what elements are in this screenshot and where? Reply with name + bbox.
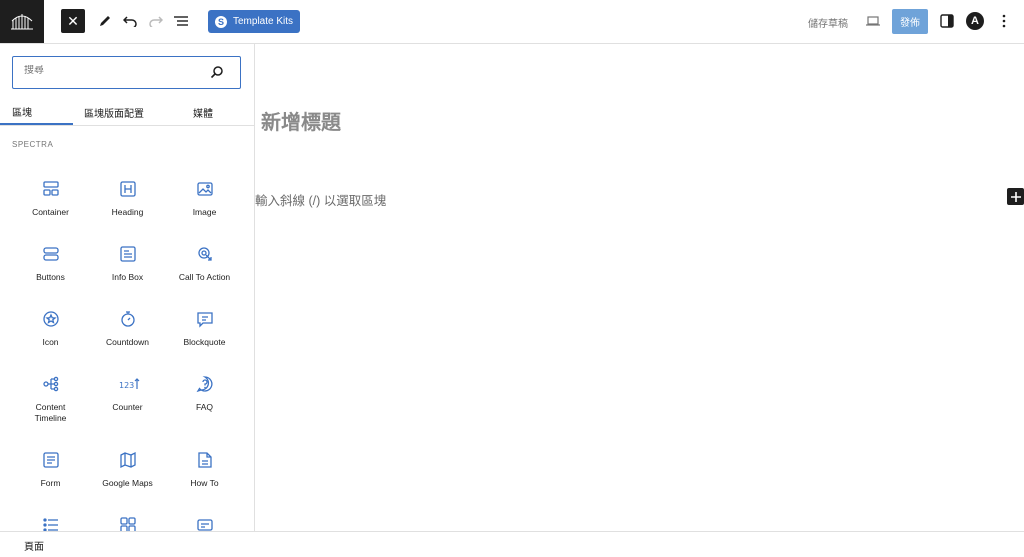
block-label: Container [32, 207, 69, 217]
buttons-icon [42, 245, 60, 263]
post-title-placeholder[interactable]: 新增標題 [261, 106, 341, 135]
breadcrumb-page[interactable]: 頁面 [24, 538, 44, 553]
editor-canvas[interactable]: 新增標題 輸入斜線 (/) 以選取區塊 [255, 44, 1024, 531]
add-block-button[interactable] [1007, 188, 1024, 205]
undo-button[interactable] [120, 11, 140, 31]
redo-button[interactable] [146, 11, 166, 31]
info-box-icon [119, 245, 137, 263]
plus-icon [1010, 191, 1021, 202]
tab-media[interactable]: 媒體 [193, 100, 213, 125]
block-label: Buttons [36, 272, 65, 282]
search-icon [210, 65, 226, 81]
call-to-action-icon [196, 245, 214, 263]
block-label: Google Maps [102, 478, 153, 488]
block-image[interactable]: Image [166, 180, 243, 218]
how-to-icon [196, 451, 214, 469]
counter-icon: 123 [119, 375, 139, 393]
block-label: Info Box [111, 272, 144, 282]
preview-button[interactable] [864, 12, 882, 30]
sidebar-toggle-icon [940, 14, 954, 28]
tools-button[interactable] [95, 11, 115, 31]
editor-header: ✕ S Template Kits 儲存草稿 發佈 A [0, 0, 1024, 44]
block-label: FAQ [195, 402, 213, 412]
block-label: Blockquote [183, 337, 226, 347]
more-options-button[interactable] [996, 11, 1012, 31]
save-draft-button[interactable]: 儲存草稿 [808, 15, 848, 30]
astra-settings-button[interactable]: A [966, 12, 984, 30]
inserter-tabs: 區塊 區塊版面配置 媒體 [0, 100, 254, 126]
redo-icon [149, 16, 163, 27]
block-label: Form [40, 478, 61, 488]
building-icon [11, 13, 33, 29]
block-label: Heading [111, 207, 144, 217]
template-kits-label: Template Kits [232, 16, 294, 27]
tab-blocks[interactable]: 區塊 [0, 100, 73, 125]
block-heading[interactable]: Heading [89, 180, 166, 218]
paragraph-placeholder[interactable]: 輸入斜線 (/) 以選取區塊 [255, 190, 386, 209]
spectra-icon: S [214, 15, 227, 28]
image-icon [196, 180, 214, 198]
block-blockquote[interactable]: Blockquote [166, 310, 243, 348]
container-icon [42, 180, 60, 198]
block-label: Countdown [105, 337, 149, 347]
block-content-timeline[interactable]: Content Timeline [12, 375, 89, 423]
tab-patterns[interactable]: 區塊版面配置 [84, 100, 144, 125]
settings-button[interactable] [938, 12, 956, 30]
svg-text:123: 123 [119, 381, 134, 390]
block-google-maps[interactable]: Google Maps [89, 451, 166, 489]
pen-icon [100, 16, 110, 26]
more-vertical-icon [1002, 14, 1006, 28]
block-countdown[interactable]: Countdown [89, 310, 166, 348]
heading-icon [119, 180, 137, 198]
close-inserter-button[interactable]: ✕ [61, 9, 85, 33]
block-search-input[interactable] [24, 65, 204, 76]
block-form[interactable]: Form [12, 451, 89, 489]
block-call-to-action[interactable]: Call To Action [166, 245, 243, 283]
block-container[interactable]: Container [12, 180, 89, 218]
template-kits-button[interactable]: S Template Kits [208, 10, 300, 33]
site-logo[interactable] [0, 0, 44, 43]
block-label: Call To Action [178, 272, 231, 282]
block-search[interactable] [12, 56, 241, 89]
timeline-icon [42, 375, 60, 393]
block-label: Image [192, 207, 217, 217]
block-faq[interactable]: FAQ [166, 375, 243, 413]
publish-button[interactable]: 發佈 [892, 9, 928, 34]
timer-icon [119, 310, 137, 328]
undo-icon [123, 16, 137, 27]
block-label: Icon [42, 337, 59, 347]
block-label: Content Timeline [34, 402, 67, 423]
block-buttons[interactable]: Buttons [12, 245, 89, 283]
list-view-icon [174, 16, 188, 26]
form-icon [42, 451, 60, 469]
editor-footer: 頁面 [0, 531, 1024, 557]
laptop-icon [866, 16, 880, 26]
block-inserter-panel: 區塊 區塊版面配置 媒體 SPECTRA Container Heading I… [0, 44, 255, 556]
faq-icon [196, 375, 214, 393]
block-label: Counter [112, 402, 143, 412]
block-how-to[interactable]: How To [166, 451, 243, 489]
quote-icon [196, 310, 214, 328]
category-label: SPECTRA [12, 140, 54, 149]
block-icon[interactable]: Icon [12, 310, 89, 348]
star-icon [42, 310, 60, 328]
block-counter[interactable]: 123 Counter [89, 375, 166, 413]
map-icon [119, 451, 137, 469]
block-label: How To [190, 478, 219, 488]
block-info-box[interactable]: Info Box [89, 245, 166, 283]
document-overview-button[interactable] [171, 11, 191, 31]
